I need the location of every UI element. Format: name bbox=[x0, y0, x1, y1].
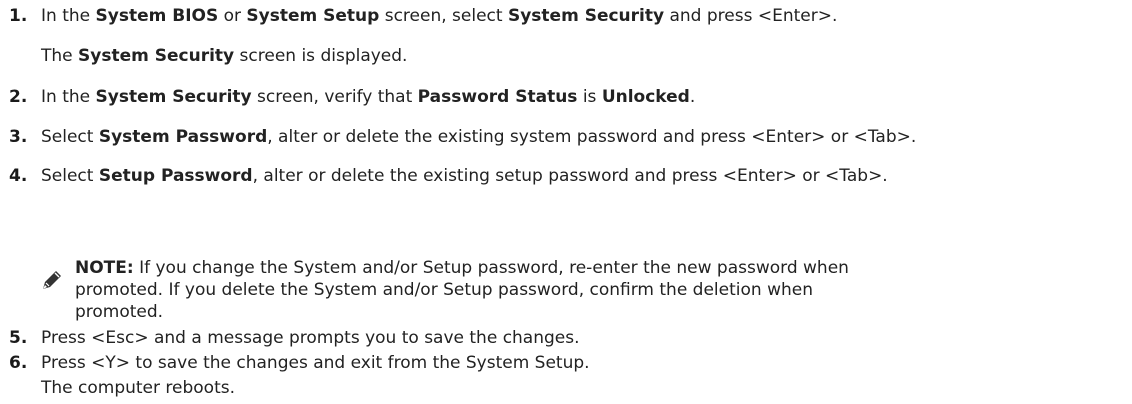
step-number: 5. bbox=[9, 328, 28, 348]
step-number: 4. bbox=[9, 166, 28, 186]
note-line-2: promoted. If you delete the System and/o… bbox=[75, 280, 813, 300]
note-line-1: NOTE: If you change the System and/or Se… bbox=[75, 258, 849, 278]
note-label: NOTE: bbox=[75, 258, 134, 278]
step-number: 1. bbox=[9, 6, 28, 26]
step-text: In the System BIOS or System Setup scree… bbox=[41, 6, 838, 26]
note-block: NOTE: If you change the System and/or Se… bbox=[75, 257, 1055, 323]
step-number: 6. bbox=[9, 353, 28, 373]
step-text: Press <Esc> and a message prompts you to… bbox=[41, 328, 580, 348]
step-result-text: The System Security screen is displayed. bbox=[41, 46, 408, 66]
note-line-3: promoted. bbox=[75, 302, 164, 322]
step-number: 3. bbox=[9, 127, 28, 147]
step-text: Press <Y> to save the changes and exit f… bbox=[41, 353, 590, 373]
step-text: In the System Security screen, verify th… bbox=[41, 87, 696, 107]
step-text: Select Setup Password, alter or delete t… bbox=[41, 166, 888, 186]
document-page: 1. In the System BIOS or System Setup sc… bbox=[0, 0, 1132, 404]
step-text: Select System Password, alter or delete … bbox=[41, 127, 917, 147]
pencil-note-icon bbox=[40, 268, 64, 292]
step-result-text: The computer reboots. bbox=[41, 378, 236, 398]
step-number: 2. bbox=[9, 87, 28, 107]
